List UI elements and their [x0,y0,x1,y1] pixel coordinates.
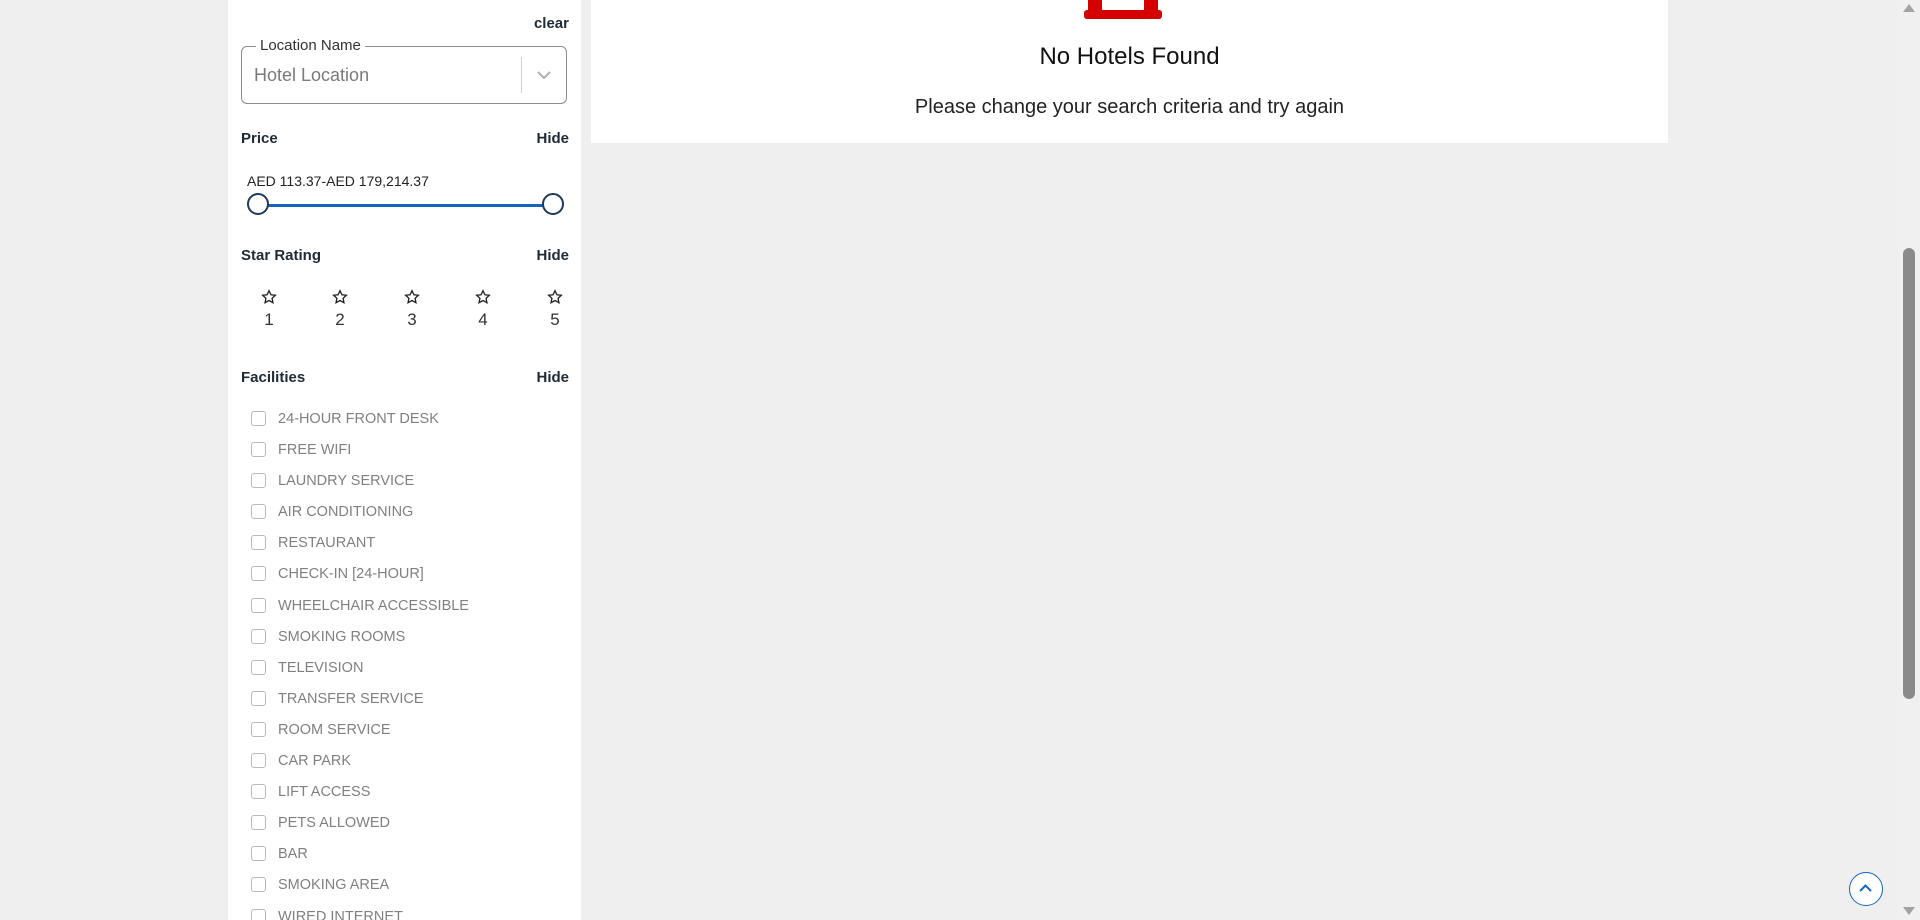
facility-item[interactable]: LAUNDRY SERVICE [251,470,571,501]
facility-item[interactable]: BAR [251,843,571,874]
star-option-4[interactable]: 4 [463,289,503,330]
facility-label: CAR PARK [278,753,352,770]
price-title: Price [241,130,278,147]
facility-label: ROOM SERVICE [278,721,391,738]
star-option-2[interactable]: 2 [320,289,360,330]
star-outline-icon [261,289,277,305]
facility-checkbox[interactable] [251,690,266,706]
facility-item[interactable]: PETS ALLOWED [251,812,571,843]
facility-checkbox[interactable] [251,877,266,893]
scrollbar-thumb[interactable] [1903,248,1915,699]
location-placeholder: Hotel Location [254,65,370,85]
clear-filters-link[interactable]: clear [534,15,569,32]
star-option-5[interactable]: 5 [535,289,575,330]
star-outline-icon [404,289,420,305]
back-to-top-button[interactable] [1849,872,1883,906]
facilities-hide-button[interactable]: Hide [536,369,569,386]
facility-item[interactable]: WHEELCHAIR ACCESSIBLE [251,595,571,626]
facility-label: WHEELCHAIR ACCESSIBLE [278,597,469,614]
facility-checkbox[interactable] [251,784,266,800]
facility-checkbox[interactable] [251,504,266,520]
facility-checkbox[interactable] [251,753,266,769]
star-option-label: 3 [407,310,417,329]
facilities-section-header: Facilities Hide [241,369,569,391]
facility-checkbox[interactable] [251,473,266,489]
facility-label: SMOKING AREA [278,877,390,894]
facility-item[interactable]: SMOKING ROOMS [251,626,571,657]
no-results-title: No Hotels Found [1039,43,1220,70]
star-outline-icon [332,289,348,305]
facility-label: CHECK-IN [24-HOUR] [278,566,424,583]
star-option-label: 5 [550,310,560,329]
facility-label: SMOKING ROOMS [278,628,406,645]
facility-label: BAR [278,846,308,863]
facility-label: FREE WIFI [278,442,352,459]
facility-item[interactable]: RESTAURANT [251,532,571,563]
facility-item[interactable]: AIR CONDITIONING [251,501,571,532]
chevron-up-icon [1859,884,1872,892]
facility-item[interactable]: SMOKING AREA [251,874,571,905]
select-divider [521,57,522,93]
price-slider-max-handle[interactable] [542,193,564,215]
facility-item[interactable]: TRANSFER SERVICE [251,688,571,719]
star-rating-section-header: Star Rating Hide [241,247,569,269]
facilities-title: Facilities [241,369,306,386]
facility-checkbox[interactable] [251,908,266,920]
price-slider-min-handle[interactable] [247,193,269,215]
facility-item[interactable]: 24-HOUR FRONT DESK [251,408,571,439]
filter-sidebar: clear Location Name Hotel Location Price… [228,0,581,920]
facility-item[interactable]: FREE WIFI [251,439,571,470]
facility-checkbox[interactable] [251,721,266,737]
star-option-3[interactable]: 3 [392,289,432,330]
price-slider-track[interactable] [258,204,553,207]
star-option-label: 4 [478,310,488,329]
star-rating-hide-button[interactable]: Hide [536,247,569,264]
price-range-text: AED 113.37-AED 179,214.37 [247,173,429,189]
page-scrollbar[interactable] [1898,0,1920,920]
star-rating-title: Star Rating [241,247,322,264]
facility-item[interactable]: TELEVISION [251,657,571,688]
price-hide-button[interactable]: Hide [536,130,569,147]
facility-label: RESTAURANT [278,535,376,552]
chevron-down-icon[interactable] [534,65,554,85]
star-option-label: 1 [264,310,274,329]
no-results-message: Please change your search criteria and t… [914,96,1345,118]
facility-item[interactable]: ROOM SERVICE [251,719,571,750]
scroll-up-arrow-icon[interactable] [1903,4,1915,12]
facility-item[interactable]: LIFT ACCESS [251,781,571,812]
facility-checkbox[interactable] [251,442,266,458]
star-outline-icon [475,289,491,305]
hotel-icon [1084,0,1162,19]
facility-checkbox[interactable] [251,597,266,613]
facility-item[interactable]: CAR PARK [251,750,571,781]
location-name-label: Location Name [256,37,365,54]
facility-label: WIRED INTERNET [278,908,403,920]
star-outline-icon [547,289,563,305]
star-option-1[interactable]: 1 [249,289,289,330]
facility-checkbox[interactable] [251,815,266,831]
facility-item[interactable]: CHECK-IN [24-HOUR] [251,563,571,594]
facility-label: LIFT ACCESS [278,784,371,801]
facility-label: 24-HOUR FRONT DESK [278,411,439,427]
facility-label: LAUNDRY SERVICE [278,473,415,490]
facility-label: PETS ALLOWED [278,815,391,832]
facility-item[interactable]: WIRED INTERNET [251,906,571,920]
facility-label: TELEVISION [278,659,364,676]
facility-checkbox[interactable] [251,535,266,551]
facility-checkbox[interactable] [251,566,266,582]
results-panel: No Hotels Found Please change your searc… [591,0,1668,143]
facility-checkbox[interactable] [251,411,266,426]
price-section-header: Price Hide [241,130,569,152]
star-rating-options: 1 2 3 4 5 [241,289,569,337]
facilities-list: 24-HOUR FRONT DESK FREE WIFI LAUNDRY SER… [251,408,571,920]
location-name-select[interactable]: Location Name Hotel Location [241,37,567,104]
facility-checkbox[interactable] [251,659,266,675]
facility-label: AIR CONDITIONING [278,504,414,521]
facility-checkbox[interactable] [251,628,266,644]
scroll-down-arrow-icon[interactable] [1903,907,1915,915]
facility-label: TRANSFER SERVICE [278,690,424,707]
facility-checkbox[interactable] [251,846,266,862]
star-option-label: 2 [335,310,345,329]
